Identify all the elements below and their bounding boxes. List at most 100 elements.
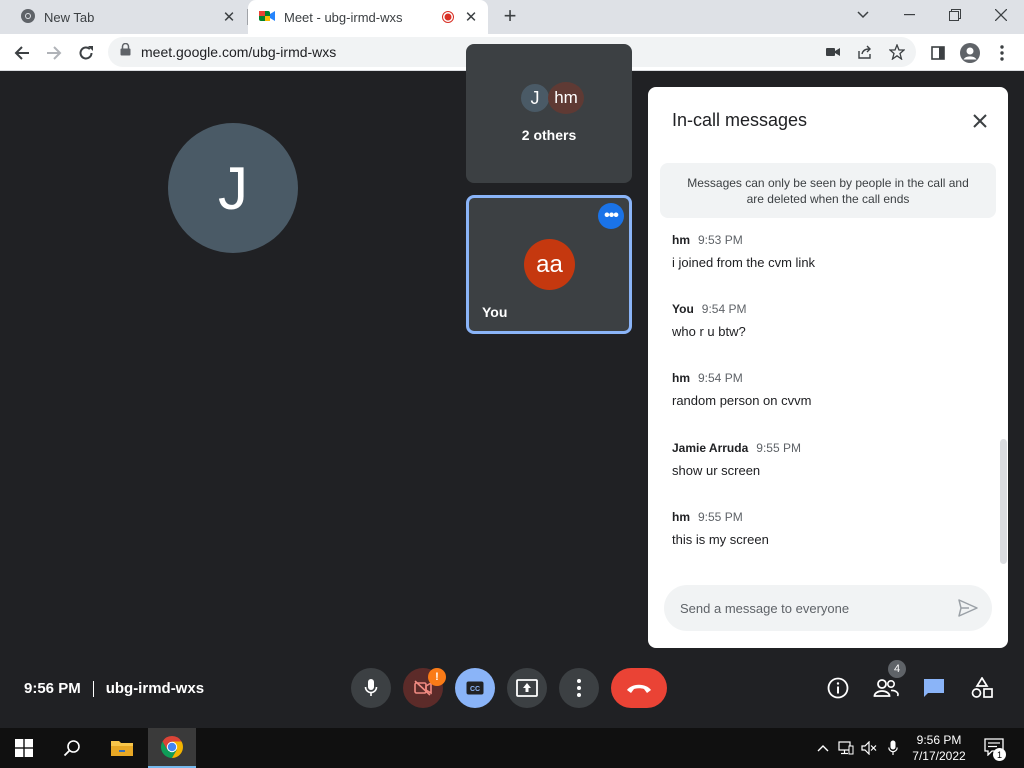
search-icon	[63, 740, 80, 757]
notification-count-badge: 1	[993, 748, 1006, 761]
chat-panel: In-call messages Messages can only be se…	[648, 87, 1008, 648]
close-tab-icon[interactable]: ✕	[220, 8, 238, 26]
self-label: You	[482, 304, 508, 320]
meeting-info: 9:56 PM ubg-irmd-wxs	[24, 680, 204, 697]
close-window-button[interactable]	[978, 0, 1024, 30]
taskbar-search-button[interactable]	[48, 728, 96, 768]
lock-icon	[120, 42, 131, 61]
microphone-button[interactable]	[351, 668, 391, 708]
meeting-details-button[interactable]	[825, 676, 851, 700]
forward-button[interactable]	[40, 39, 68, 67]
message-text: i joined from the cvm link	[672, 255, 816, 270]
file-explorer-button[interactable]	[98, 728, 146, 768]
chat-message-input[interactable]	[678, 585, 938, 631]
recording-icon	[442, 11, 454, 26]
folder-icon	[111, 741, 133, 756]
message-time: 9:55 PM	[698, 510, 743, 524]
chat-input-container	[664, 585, 992, 631]
present-icon	[516, 679, 538, 697]
message-time: 9:54 PM	[701, 302, 747, 316]
restore-button[interactable]	[932, 0, 978, 30]
minimize-button[interactable]	[886, 0, 932, 30]
taskbar-date: 7/17/2022	[912, 749, 966, 763]
captions-button[interactable]: CC	[455, 668, 495, 708]
message-text: this is my screen	[672, 532, 769, 547]
chat-button[interactable]	[921, 676, 947, 700]
hang-up-icon	[627, 684, 651, 693]
volume-muted-icon[interactable]	[861, 740, 877, 756]
chat-notice: Messages can only be seen by people in t…	[660, 163, 996, 218]
message-sender: Jamie Arruda	[672, 441, 749, 455]
chat-scrollbar[interactable]	[1000, 439, 1007, 564]
tab-title: New Tab	[44, 9, 95, 25]
activities-button[interactable]	[969, 676, 995, 700]
send-icon[interactable]	[956, 597, 980, 619]
others-tile[interactable]	[466, 44, 632, 183]
people-icon	[873, 679, 899, 697]
network-icon[interactable]	[838, 740, 854, 756]
tab-meet[interactable]: Meet - ubg-irmd-wxs ✕	[248, 0, 488, 34]
kebab-icon	[577, 679, 581, 697]
reload-button[interactable]	[72, 39, 100, 67]
people-button[interactable]	[873, 676, 899, 700]
camera-warning-badge: !	[428, 668, 446, 686]
chat-message: You 9:54 PM who r u btw?	[672, 302, 972, 339]
microphone-tray-icon[interactable]	[885, 740, 901, 756]
windows-logo-icon	[15, 739, 33, 757]
url-text: meet.google.com/ubg-irmd-wxs	[141, 44, 337, 60]
activities-icon	[971, 677, 993, 698]
leave-call-button[interactable]	[611, 668, 667, 708]
back-button[interactable]	[8, 39, 36, 67]
message-time: 9:55 PM	[756, 441, 801, 455]
new-tab-button[interactable]: +	[498, 3, 522, 28]
svg-text:CC: CC	[470, 686, 480, 693]
message-time: 9:54 PM	[698, 371, 743, 385]
message-text: show ur screen	[672, 463, 761, 478]
bookmark-star-icon[interactable]	[888, 44, 906, 60]
participant-avatar-main: J	[168, 123, 298, 253]
people-count-badge: 4	[888, 660, 906, 678]
chat-message: hm 9:55 PM this is my screen	[672, 510, 972, 547]
chevron-down-icon[interactable]	[840, 0, 886, 30]
profile-avatar[interactable]	[956, 39, 984, 67]
meeting-code: ubg-irmd-wxs	[105, 680, 205, 697]
tab-title: Meet - ubg-irmd-wxs	[284, 9, 403, 25]
close-icon[interactable]	[968, 109, 992, 133]
side-panel-icon[interactable]	[924, 39, 952, 67]
divider	[92, 680, 94, 697]
self-avatar: aa	[524, 239, 575, 290]
taskbar-clock[interactable]: 9:56 PM 7/17/2022	[906, 732, 972, 764]
captions-icon: CC	[466, 681, 484, 695]
chat-message: hm 9:54 PM random person on cvvm	[672, 371, 972, 408]
camera-icon[interactable]	[824, 44, 842, 60]
more-options-icon[interactable]: •••	[598, 203, 624, 229]
meeting-time: 9:56 PM	[24, 680, 81, 697]
windows-taskbar: 9:56 PM 7/17/2022 1	[0, 728, 1024, 768]
more-options-button[interactable]	[559, 668, 599, 708]
message-text: who r u btw?	[672, 324, 746, 339]
microphone-icon	[364, 679, 378, 696]
info-icon	[827, 677, 849, 699]
meet-icon	[258, 8, 276, 27]
message-text: random person on cvvm	[672, 393, 812, 408]
windows-start-button[interactable]	[0, 728, 48, 768]
chat-title: In-call messages	[672, 110, 808, 130]
chrome-taskbar-button[interactable]	[148, 728, 196, 768]
participant-avatar-j: J	[519, 82, 551, 114]
browser-tab-strip: New Tab ✕ Meet - ubg-irmd-wxs ✕ +	[0, 0, 1024, 34]
present-screen-button[interactable]	[507, 668, 547, 708]
participant-avatar-hm: hm	[548, 82, 584, 114]
chrome-icon	[20, 8, 36, 27]
share-icon[interactable]	[856, 44, 874, 60]
chrome-icon	[161, 736, 183, 758]
kebab-menu-icon[interactable]	[988, 39, 1016, 67]
close-tab-icon[interactable]: ✕	[462, 8, 480, 26]
chat-message: hm 9:53 PM i joined from the cvm link	[672, 233, 972, 270]
chat-icon	[924, 679, 944, 697]
message-sender: You	[672, 302, 694, 316]
chevron-up-icon[interactable]	[815, 740, 831, 756]
message-time: 9:53 PM	[698, 233, 743, 247]
tab-new-tab[interactable]: New Tab ✕	[0, 0, 248, 34]
chat-message: Jamie Arruda 9:55 PM show ur screen	[672, 441, 972, 478]
message-sender: hm	[672, 371, 690, 385]
